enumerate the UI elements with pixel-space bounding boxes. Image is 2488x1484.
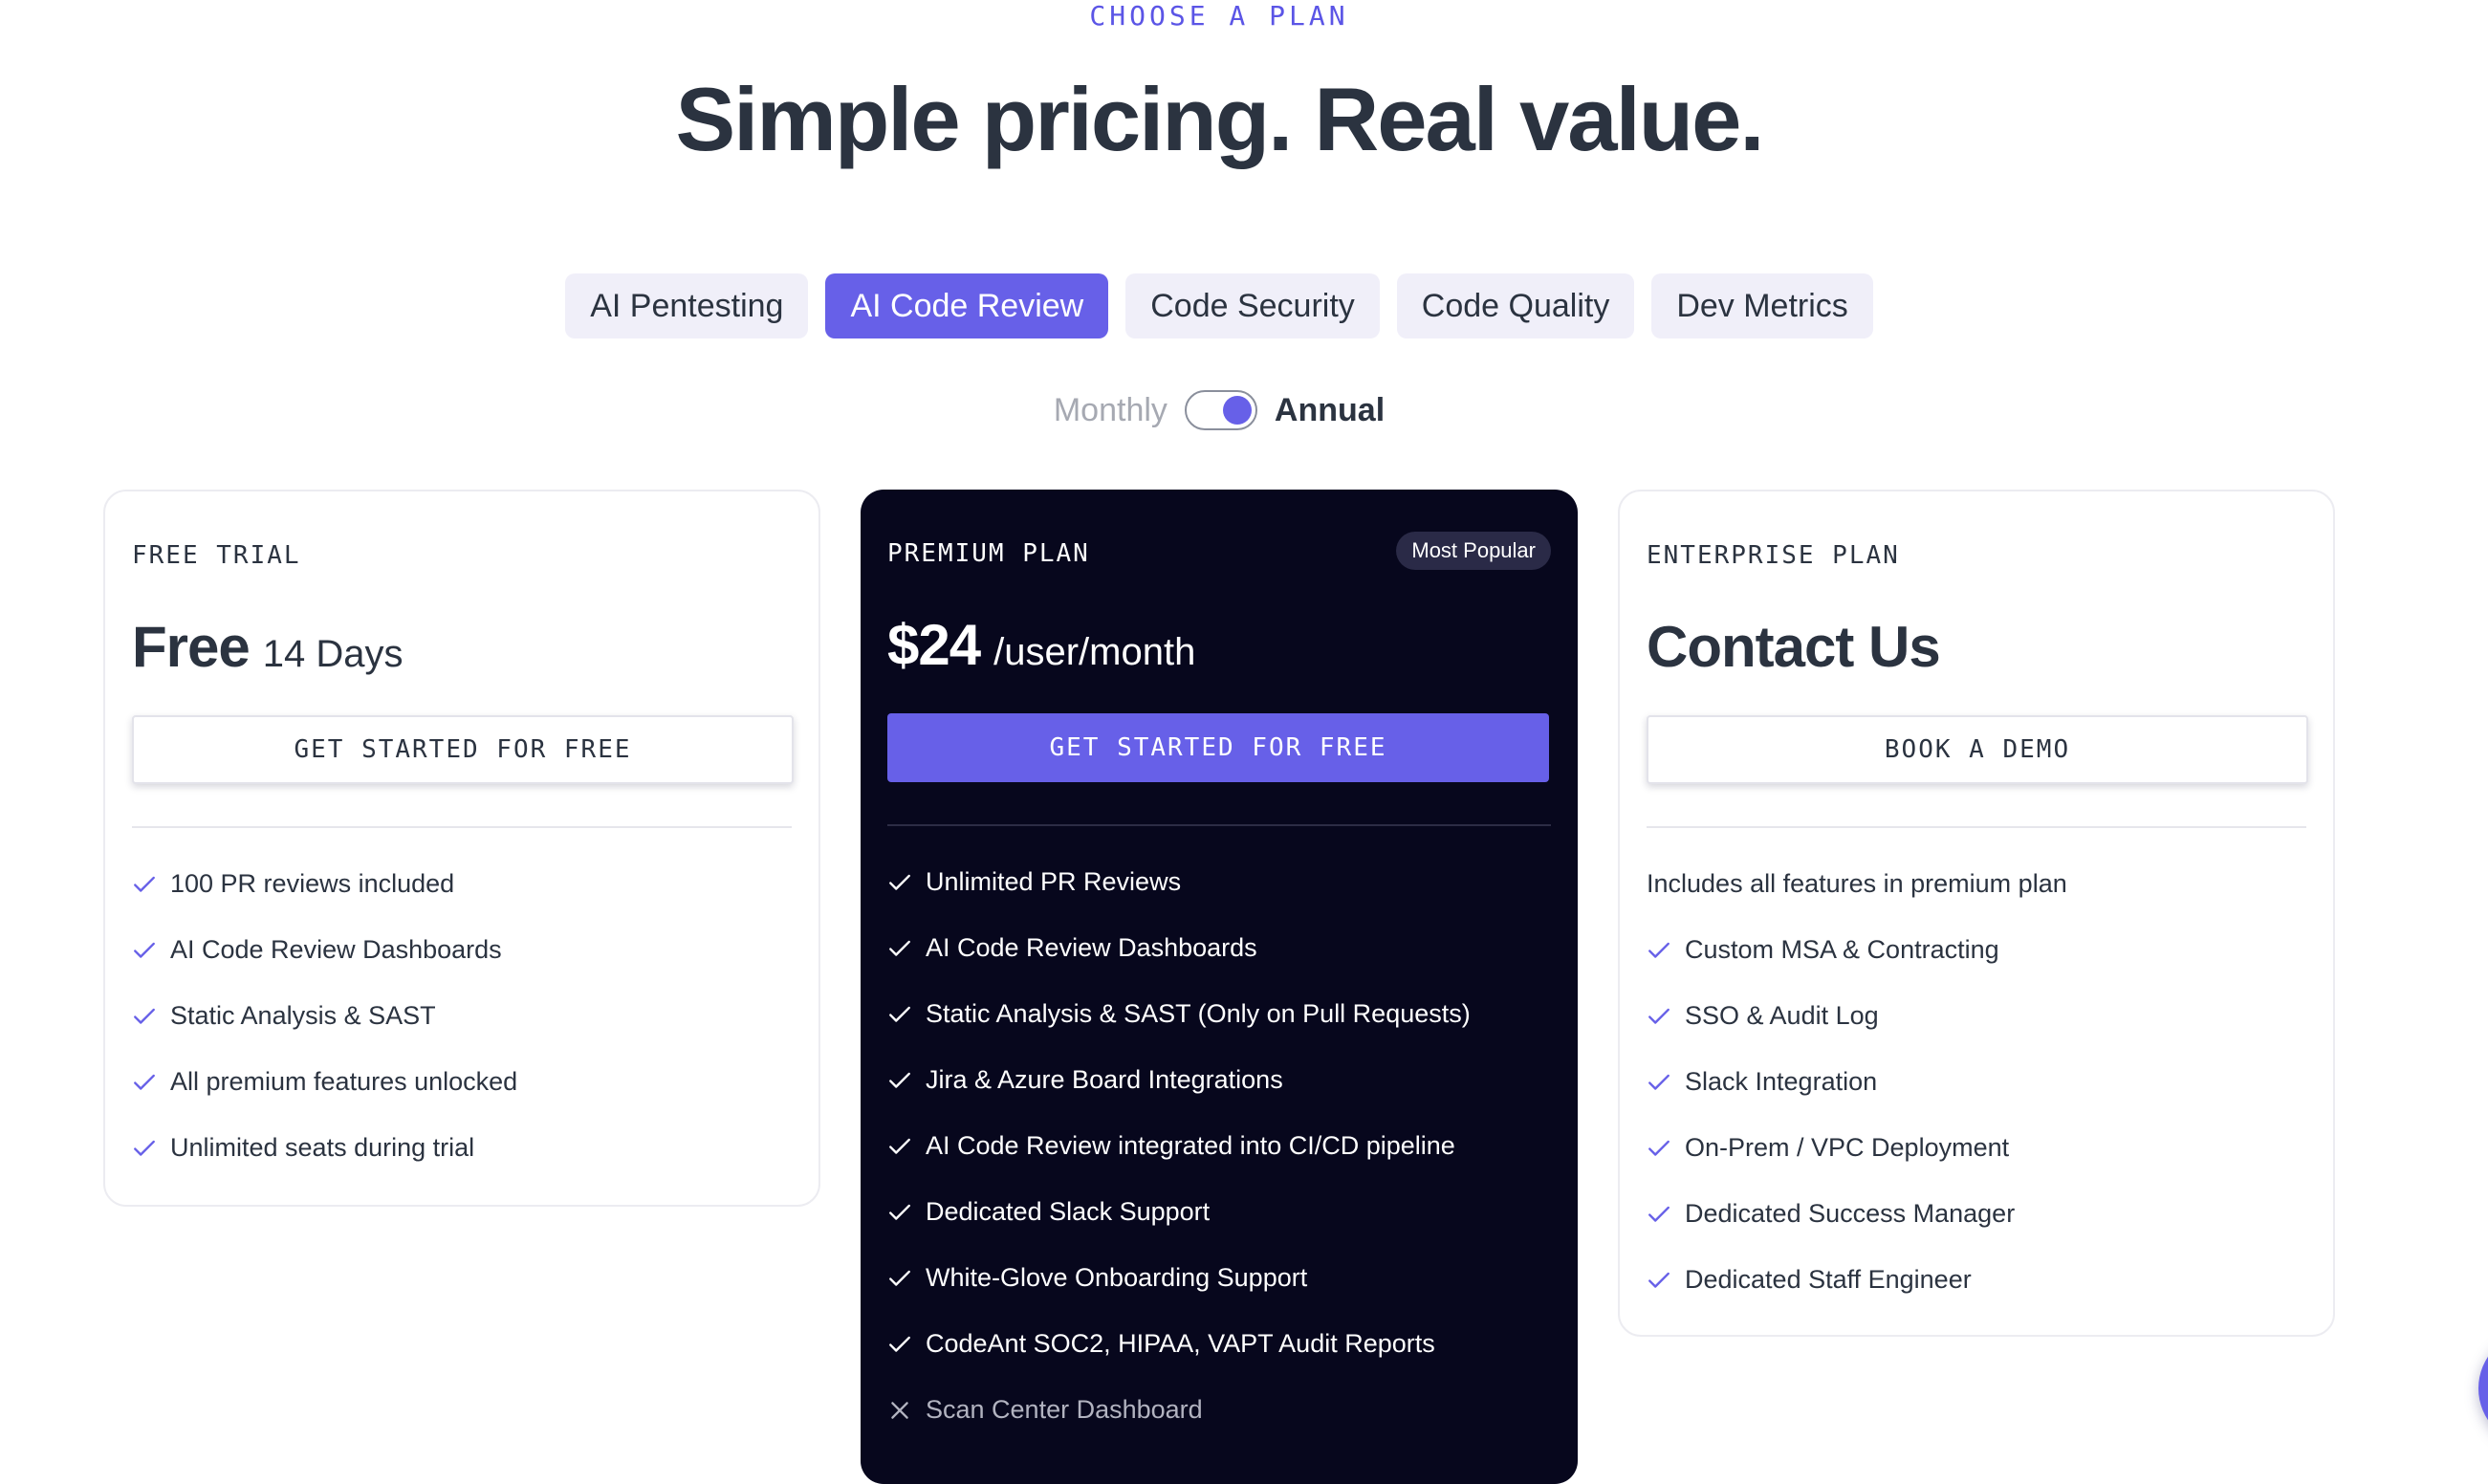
- feature-text: CodeAnt SOC2, HIPAA, VAPT Audit Reports: [926, 1329, 1435, 1358]
- billing-switch-knob: [1222, 396, 1252, 425]
- tab-dev-metrics[interactable]: Dev Metrics: [1651, 273, 1873, 338]
- tab-code-quality[interactable]: Code Quality: [1396, 273, 1635, 338]
- card-divider: [887, 824, 1551, 826]
- check-icon: [887, 1332, 912, 1357]
- feature-text: Dedicated Slack Support: [926, 1197, 1211, 1226]
- plan-card-enterprise: ENTERPRISE PLAN Contact Us BOOK A DEMO I…: [1618, 490, 2335, 1337]
- list-item: 100 PR reviews included: [132, 851, 792, 917]
- check-icon: [887, 870, 912, 895]
- list-item: AI Code Review Dashboards: [887, 915, 1551, 981]
- features-intro: Includes all features in premium plan: [1647, 869, 2067, 898]
- feature-text: All premium features unlocked: [170, 1067, 518, 1096]
- plan-price: Free: [132, 615, 251, 679]
- plan-card-premium: PREMIUM PLAN Most Popular $24 /user/mont…: [861, 490, 1578, 1484]
- feature-text: Dedicated Staff Engineer: [1685, 1265, 1972, 1294]
- check-icon: [1647, 1070, 1671, 1095]
- check-icon: [1647, 1136, 1671, 1161]
- feature-text: 100 PR reviews included: [170, 869, 455, 898]
- card-divider: [132, 826, 792, 828]
- list-item: Unlimited seats during trial: [132, 1115, 792, 1181]
- list-item: Scan Center Dashboard: [887, 1377, 1551, 1443]
- list-item: Slack Integration: [1647, 1049, 2306, 1115]
- product-tabs: AI Pentesting AI Code Review Code Securi…: [0, 273, 2438, 338]
- get-started-free-button[interactable]: GET STARTED FOR FREE: [132, 715, 794, 784]
- list-item: CodeAnt SOC2, HIPAA, VAPT Audit Reports: [887, 1311, 1551, 1377]
- feature-text: On-Prem / VPC Deployment: [1685, 1133, 2010, 1162]
- book-demo-button[interactable]: BOOK A DEMO: [1647, 715, 2308, 784]
- price-row: Free 14 Days: [132, 614, 792, 690]
- list-item: Static Analysis & SAST: [132, 983, 792, 1049]
- plan-label: ENTERPRISE PLAN: [1647, 541, 1900, 570]
- check-icon: [132, 1004, 157, 1029]
- feature-list: 100 PR reviews included AI Code Review D…: [132, 851, 792, 1181]
- plan-price: $24: [887, 613, 981, 677]
- feature-text: Static Analysis & SAST (Only on Pull Req…: [926, 999, 1471, 1028]
- most-popular-badge: Most Popular: [1396, 532, 1551, 570]
- feature-text: AI Code Review Dashboards: [926, 933, 1257, 962]
- plan-price-period: /user/month: [993, 631, 1196, 673]
- list-item: Unlimited PR Reviews: [887, 849, 1551, 915]
- list-item: Dedicated Success Manager: [1647, 1181, 2306, 1247]
- card-divider: [1647, 826, 2306, 828]
- page-title: Simple pricing. Real value.: [675, 69, 1764, 169]
- check-icon: [887, 1266, 912, 1291]
- billing-switch[interactable]: [1184, 390, 1257, 430]
- list-item: On-Prem / VPC Deployment: [1647, 1115, 2306, 1181]
- billing-period-toggle: Monthly Annual: [0, 390, 2438, 430]
- check-icon: [887, 1068, 912, 1093]
- feature-text: Jira & Azure Board Integrations: [926, 1065, 1283, 1094]
- tab-code-security[interactable]: Code Security: [1125, 273, 1380, 338]
- plan-price: Contact Us: [1647, 615, 1941, 679]
- list-item: Jira & Azure Board Integrations: [887, 1047, 1551, 1113]
- feature-text: SSO & Audit Log: [1685, 1001, 1879, 1030]
- check-icon: [1647, 1004, 1671, 1029]
- feature-text: AI Code Review integrated into CI/CD pip…: [926, 1131, 1455, 1160]
- feature-text: Custom MSA & Contracting: [1685, 935, 1999, 964]
- check-icon: [1647, 1268, 1671, 1293]
- tab-ai-code-review[interactable]: AI Code Review: [825, 273, 1109, 338]
- price-row: Contact Us: [1647, 614, 2306, 690]
- chat-launcher-button[interactable]: [2478, 1331, 2488, 1446]
- cross-icon: [887, 1398, 912, 1423]
- list-item: Custom MSA & Contracting: [1647, 917, 2306, 983]
- price-row: $24 /user/month: [887, 612, 1551, 688]
- list-item: Dedicated Slack Support: [887, 1179, 1551, 1245]
- billing-monthly-label[interactable]: Monthly: [1054, 392, 1168, 429]
- check-icon: [132, 872, 157, 897]
- check-icon: [132, 1070, 157, 1095]
- feature-text: Slack Integration: [1685, 1067, 1878, 1096]
- plan-price-period: 14 Days: [262, 633, 404, 675]
- check-icon: [1647, 938, 1671, 963]
- feature-text: Static Analysis & SAST: [170, 1001, 436, 1030]
- list-item: AI Code Review Dashboards: [132, 917, 792, 983]
- section-eyebrow: CHOOSE A PLAN: [1089, 0, 1349, 32]
- check-icon: [887, 1002, 912, 1027]
- list-item: Static Analysis & SAST (Only on Pull Req…: [887, 981, 1551, 1047]
- feature-text: Unlimited seats during trial: [170, 1133, 475, 1162]
- list-item: AI Code Review integrated into CI/CD pip…: [887, 1113, 1551, 1179]
- check-icon: [887, 936, 912, 961]
- list-item: White-Glove Onboarding Support: [887, 1245, 1551, 1311]
- feature-text: Unlimited PR Reviews: [926, 867, 1182, 896]
- plan-card-free-trial: FREE TRIAL Free 14 Days GET STARTED FOR …: [103, 490, 820, 1207]
- tab-ai-pentesting[interactable]: AI Pentesting: [565, 273, 809, 338]
- check-icon: [887, 1134, 912, 1159]
- get-started-premium-button[interactable]: GET STARTED FOR FREE: [887, 713, 1549, 782]
- plan-label: FREE TRIAL: [132, 541, 301, 570]
- feature-list: Unlimited PR Reviews AI Code Review Dash…: [887, 849, 1551, 1443]
- check-icon: [887, 1200, 912, 1225]
- feature-text: AI Code Review Dashboards: [170, 935, 502, 964]
- feature-text: White-Glove Onboarding Support: [926, 1263, 1308, 1292]
- feature-list: Includes all features in premium plan Cu…: [1647, 851, 2306, 1313]
- check-icon: [132, 1136, 157, 1161]
- list-item: All premium features unlocked: [132, 1049, 792, 1115]
- check-icon: [1647, 1202, 1671, 1227]
- check-icon: [132, 938, 157, 963]
- billing-annual-label[interactable]: Annual: [1275, 392, 1385, 429]
- list-item: Dedicated Staff Engineer: [1647, 1247, 2306, 1313]
- list-item: SSO & Audit Log: [1647, 983, 2306, 1049]
- feature-text: Scan Center Dashboard: [926, 1395, 1203, 1424]
- feature-text: Dedicated Success Manager: [1685, 1199, 2016, 1228]
